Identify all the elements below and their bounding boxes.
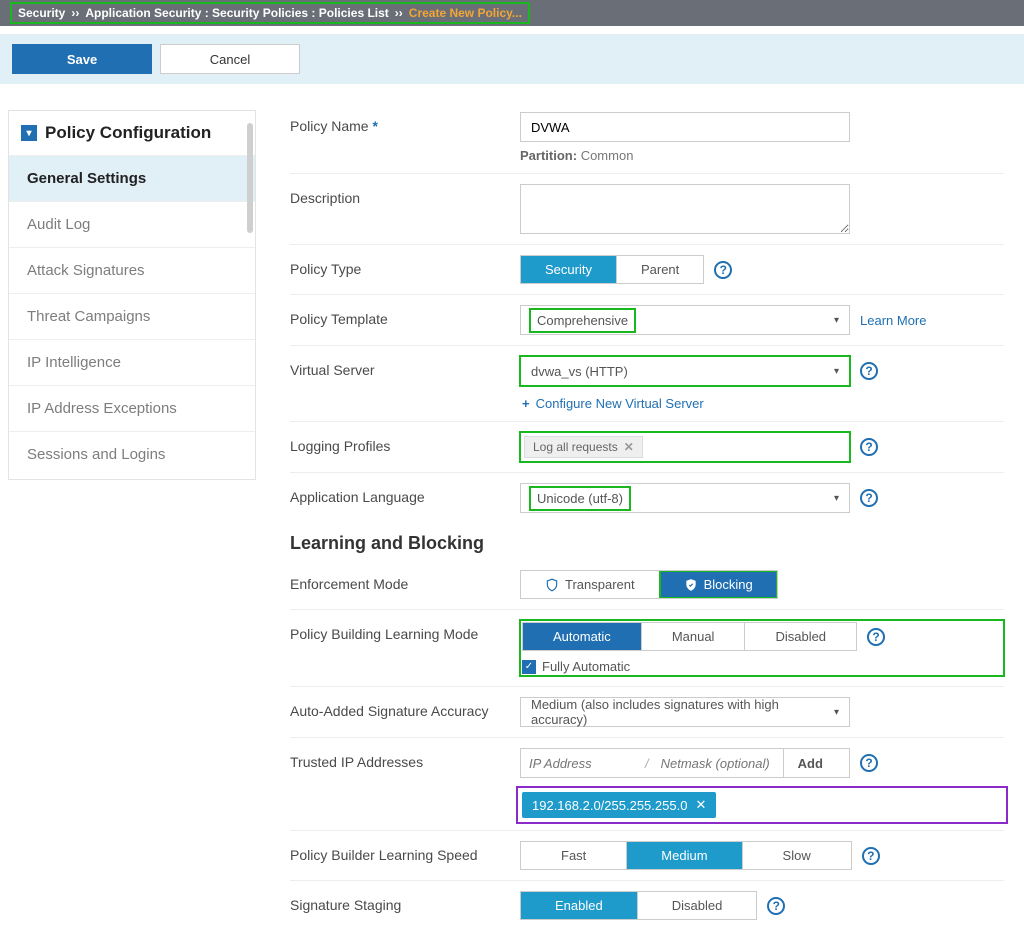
chevron-down-icon: ▾	[834, 366, 839, 377]
learning-mode-manual[interactable]: Manual	[642, 623, 746, 650]
policy-name-label: Policy Name *	[290, 112, 520, 134]
chevron-down-icon: ▾	[834, 493, 839, 504]
speed-slow[interactable]: Slow	[743, 842, 851, 869]
signature-staging-segmented: Enabled Disabled	[520, 891, 757, 920]
sidebar-item-ip-exceptions[interactable]: IP Address Exceptions	[9, 385, 255, 431]
help-icon[interactable]: ?	[860, 754, 878, 772]
trusted-ip-chip: 192.168.2.0/255.255.255.0 ✕	[522, 792, 716, 818]
sidebar-item-ip-intelligence[interactable]: IP Intelligence	[9, 339, 255, 385]
partition-text: Partition: Common	[520, 148, 1004, 163]
help-icon[interactable]: ?	[860, 489, 878, 507]
enforcement-mode-segmented: Transparent Blocking	[520, 570, 778, 599]
breadcrumb-root[interactable]: Security	[18, 6, 65, 20]
virtual-server-select[interactable]: dvwa_vs (HTTP) ▾	[520, 356, 850, 386]
enforcement-mode-label: Enforcement Mode	[290, 570, 520, 592]
description-textarea[interactable]	[520, 184, 850, 234]
sig-accuracy-select[interactable]: Medium (also includes signatures with hi…	[520, 697, 850, 727]
breadcrumb-highlight: Security ›› Application Security : Secur…	[10, 2, 530, 24]
sidebar-item-audit-log[interactable]: Audit Log	[9, 201, 255, 247]
help-icon[interactable]: ?	[860, 438, 878, 456]
enforcement-blocking[interactable]: Blocking	[660, 571, 777, 598]
sidebar: ▾ Policy Configuration General Settings …	[0, 102, 260, 950]
virtual-server-label: Virtual Server	[290, 356, 520, 378]
help-icon[interactable]: ?	[714, 261, 732, 279]
logging-profiles-input[interactable]: Log all requests ✕	[520, 432, 850, 462]
help-icon[interactable]: ?	[867, 628, 885, 646]
enforcement-transparent[interactable]: Transparent	[521, 571, 660, 598]
policy-type-parent[interactable]: Parent	[617, 256, 703, 283]
breadcrumb-mid[interactable]: Application Security : Security Policies…	[85, 6, 388, 20]
sidebar-item-sessions-logins[interactable]: Sessions and Logins	[9, 431, 255, 477]
breadcrumb-sep: ››	[395, 6, 403, 20]
chevron-down-icon: ▾	[834, 707, 839, 718]
sig-accuracy-label: Auto-Added Signature Accuracy	[290, 697, 520, 719]
fully-automatic-label: Fully Automatic	[542, 659, 630, 674]
ip-separator: /	[641, 756, 653, 771]
breadcrumb-bar: Security ›› Application Security : Secur…	[0, 0, 1024, 26]
policy-template-select[interactable]: Comprehensive ▾	[520, 305, 850, 335]
learning-mode-label: Policy Building Learning Mode	[290, 620, 520, 642]
description-label: Description	[290, 184, 520, 206]
help-icon[interactable]: ?	[767, 897, 785, 915]
breadcrumb-sep: ››	[71, 6, 79, 20]
shield-check-icon	[684, 578, 698, 592]
logging-tag: Log all requests ✕	[524, 436, 643, 458]
logging-profiles-label: Logging Profiles	[290, 432, 520, 454]
trusted-ip-input-group: / Add	[520, 748, 850, 778]
sidebar-item-attack-signatures[interactable]: Attack Signatures	[9, 247, 255, 293]
app-language-label: Application Language	[290, 483, 520, 505]
chevron-down-icon: ▾	[834, 315, 839, 326]
collapse-icon[interactable]: ▾	[21, 125, 37, 141]
breadcrumb-active: Create New Policy...	[409, 6, 522, 20]
policy-type-security[interactable]: Security	[521, 256, 617, 283]
learning-speed-label: Policy Builder Learning Speed	[290, 841, 520, 863]
help-icon[interactable]: ?	[860, 362, 878, 380]
learn-more-link[interactable]: Learn More	[860, 313, 926, 328]
signature-staging-label: Signature Staging	[290, 891, 520, 913]
learning-mode-disabled[interactable]: Disabled	[745, 623, 856, 650]
action-bar: Save Cancel	[0, 34, 1024, 84]
staging-enabled[interactable]: Enabled	[521, 892, 638, 919]
sidebar-panel: ▾ Policy Configuration General Settings …	[8, 110, 256, 480]
add-ip-button[interactable]: Add	[783, 749, 837, 777]
save-button[interactable]: Save	[12, 44, 152, 74]
app-language-value: Unicode (utf-8)	[531, 488, 629, 509]
remove-tag-icon[interactable]: ✕	[624, 440, 634, 454]
required-star: *	[372, 118, 377, 134]
speed-medium[interactable]: Medium	[627, 842, 742, 869]
cancel-button[interactable]: Cancel	[160, 44, 300, 74]
form-area: Policy Name * Partition: Common Descript…	[260, 102, 1024, 950]
plus-icon: +	[522, 396, 530, 411]
sidebar-item-general-settings[interactable]: General Settings	[9, 155, 255, 201]
speed-fast[interactable]: Fast	[521, 842, 627, 869]
learning-speed-segmented: Fast Medium Slow	[520, 841, 852, 870]
virtual-server-value: dvwa_vs (HTTP)	[531, 364, 628, 379]
staging-disabled[interactable]: Disabled	[638, 892, 757, 919]
learning-mode-segmented: Automatic Manual Disabled	[522, 622, 857, 651]
trusted-ip-label: Trusted IP Addresses	[290, 748, 520, 770]
policy-template-value: Comprehensive	[531, 310, 634, 331]
policy-name-input[interactable]	[520, 112, 850, 142]
fully-automatic-checkbox[interactable]: ✓	[522, 660, 536, 674]
sidebar-item-threat-campaigns[interactable]: Threat Campaigns	[9, 293, 255, 339]
shield-outline-icon	[545, 578, 559, 592]
remove-chip-icon[interactable]: ✕	[695, 797, 706, 813]
help-icon[interactable]: ?	[862, 847, 880, 865]
ip-address-input[interactable]	[521, 749, 641, 777]
app-language-select[interactable]: Unicode (utf-8) ▾	[520, 483, 850, 513]
sidebar-title: Policy Configuration	[45, 123, 211, 143]
policy-template-label: Policy Template	[290, 305, 520, 327]
learning-blocking-heading: Learning and Blocking	[290, 533, 1004, 554]
netmask-input[interactable]	[653, 749, 783, 777]
sidebar-header[interactable]: ▾ Policy Configuration	[9, 111, 255, 155]
configure-vs-link[interactable]: + Configure New Virtual Server	[522, 396, 1004, 411]
policy-type-label: Policy Type	[290, 255, 520, 277]
scrollbar-thumb[interactable]	[247, 123, 253, 233]
policy-type-segmented: Security Parent	[520, 255, 704, 284]
learning-mode-automatic[interactable]: Automatic	[523, 623, 642, 650]
ip-chip-highlight: 192.168.2.0/255.255.255.0 ✕	[520, 790, 1004, 820]
